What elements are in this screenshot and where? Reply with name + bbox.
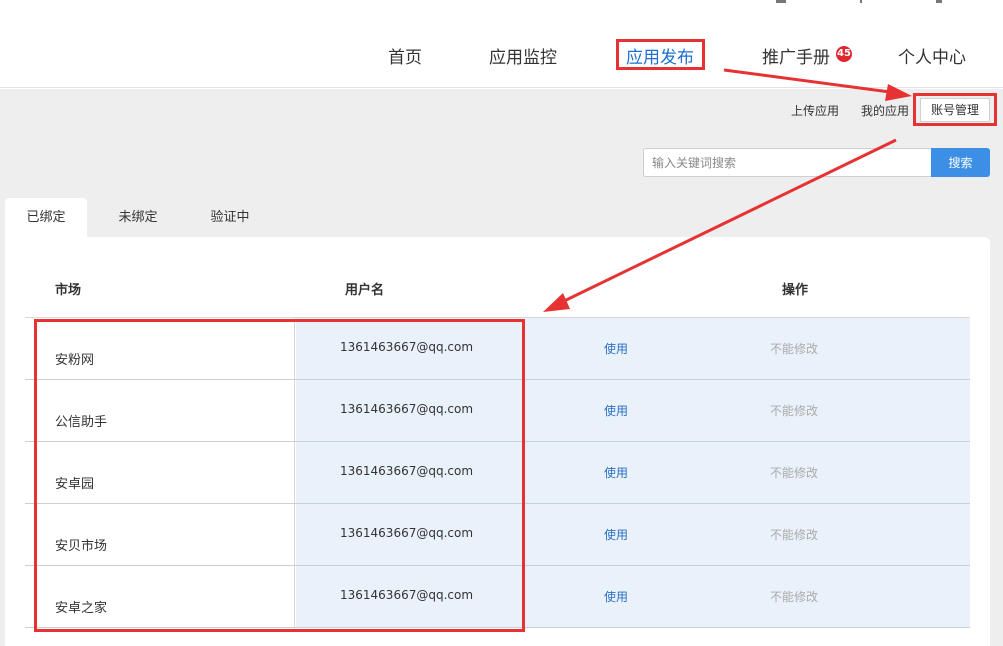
nav-item-home[interactable]: 首页 [388, 43, 422, 68]
tab-bound[interactable]: 已绑定 [5, 198, 87, 238]
upload-app-link[interactable]: 上传应用 [791, 102, 839, 119]
annotation-highlight-box [616, 39, 705, 70]
use-link[interactable]: 使用 [604, 588, 628, 605]
not-editable-label: 不能修改 [770, 528, 819, 542]
nav-item-personal-center[interactable]: 个人中心 [898, 43, 966, 68]
annotation-highlight-box [913, 93, 997, 126]
search-button[interactable]: 搜索 [931, 148, 990, 177]
notification-badge: 45 [836, 46, 852, 62]
nav-item-app-monitor[interactable]: 应用监控 [489, 43, 557, 68]
my-apps-link[interactable]: 我的应用 [861, 102, 909, 119]
top-edge-fragment [860, 0, 862, 3]
top-edge-fragment [936, 0, 942, 3]
not-editable-label: 不能修改 [770, 590, 819, 604]
column-header-action: 操作 [782, 283, 809, 298]
nav-item-promo-manual[interactable]: 推广手册 [762, 43, 830, 68]
search-input[interactable] [643, 148, 931, 177]
use-link[interactable]: 使用 [604, 340, 628, 357]
use-link[interactable]: 使用 [604, 402, 628, 419]
annotation-highlight-box [34, 319, 525, 632]
not-editable-label: 不能修改 [770, 342, 819, 356]
column-header-market: 市场 [55, 283, 82, 298]
tab-unbound[interactable]: 未绑定 [100, 198, 176, 238]
not-editable-label: 不能修改 [770, 404, 819, 418]
use-link[interactable]: 使用 [604, 526, 628, 543]
not-editable-label: 不能修改 [770, 466, 819, 480]
column-header-username: 用户名 [345, 283, 385, 298]
tab-verifying[interactable]: 验证中 [192, 198, 268, 238]
top-navigation: 首页 应用监控 应用发布 推广手册 45 个人中心 [0, 0, 1003, 88]
top-edge-fragment [776, 0, 786, 3]
use-link[interactable]: 使用 [604, 464, 628, 481]
